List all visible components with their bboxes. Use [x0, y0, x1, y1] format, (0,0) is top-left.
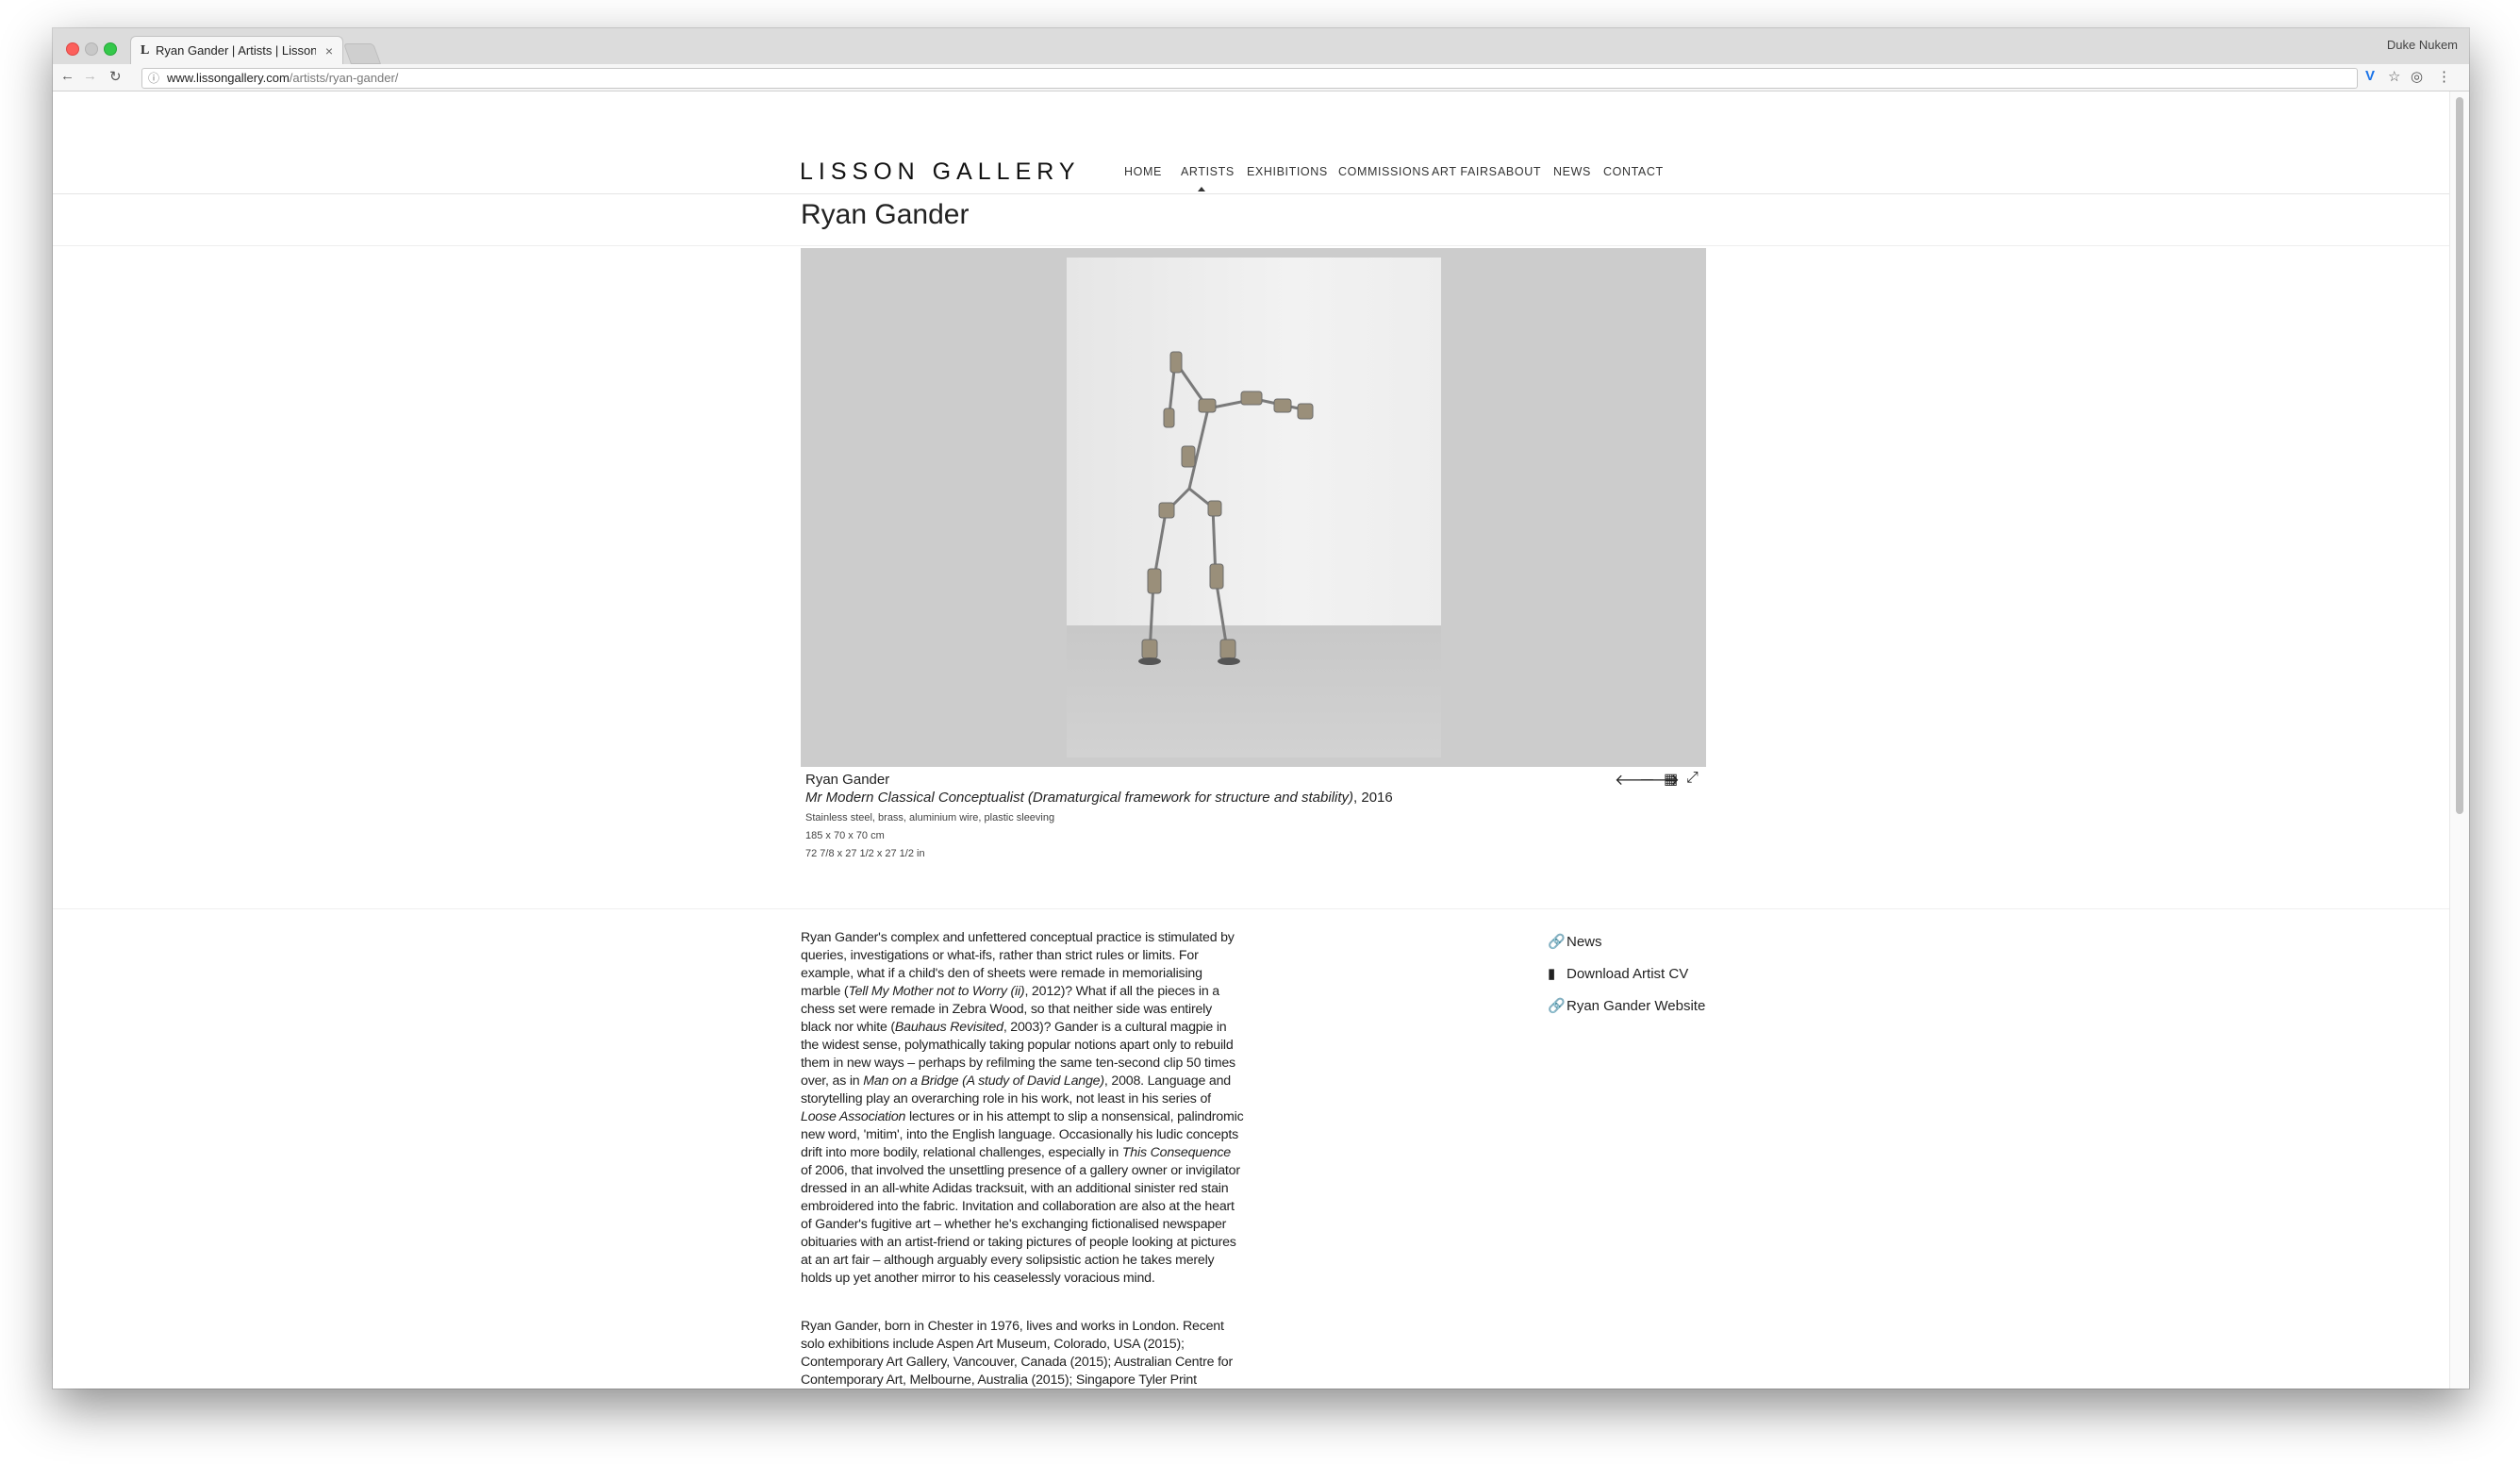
header-divider: [53, 193, 2450, 194]
title-divider: [53, 245, 2450, 246]
forward-icon[interactable]: →: [83, 68, 97, 84]
back-icon[interactable]: ←: [60, 68, 75, 84]
artwork-slideshow[interactable]: [801, 248, 1706, 767]
artwork-image[interactable]: [1067, 258, 1441, 757]
new-tab-button[interactable]: [342, 43, 382, 64]
address-bar[interactable]: ⓘ www.lissongallery.com/artists/ryan-gan…: [141, 68, 2358, 89]
artwork-title: Bauhaus Revisited: [894, 1020, 1003, 1035]
bio-text-run: of 2006, that involved the unsettling pr…: [801, 1163, 1240, 1286]
link-icon: 🔗: [1548, 934, 1566, 950]
minimize-window-button[interactable]: [85, 42, 98, 56]
info-icon[interactable]: ⓘ: [148, 69, 159, 88]
profile-name[interactable]: Duke Nukem: [2387, 38, 2458, 52]
caption-year: , 2016: [1353, 790, 1393, 806]
news-link-label: News: [1567, 934, 1602, 950]
caption-title: Mr Modern Classical Conceptualist (Drama…: [805, 790, 1354, 806]
caption-artist: Ryan Gander: [805, 772, 890, 788]
sculpture-figure: [1138, 351, 1314, 665]
artist-website-link[interactable]: 🔗Ryan Gander Website: [1548, 997, 1705, 1014]
bookmark-star-icon[interactable]: ☆: [2388, 68, 2400, 85]
url-domain: www.lissongallery.com: [167, 71, 290, 85]
extension-icon[interactable]: V: [2365, 68, 2375, 84]
news-link[interactable]: 🔗News: [1548, 933, 1602, 950]
browser-tab[interactable]: L Ryan Gander | Artists | Lisson ×: [130, 36, 343, 65]
download-cv-link[interactable]: ▮ Download Artist CV: [1548, 965, 1688, 982]
title-bar: L Ryan Gander | Artists | Lisson × Duke …: [53, 28, 2469, 65]
favicon-icon: L: [141, 43, 150, 58]
page-viewport: LISSON GALLERY HOME ARTISTS EXHIBITIONS …: [53, 92, 2450, 1389]
nav-about[interactable]: ABOUT: [1498, 165, 1541, 178]
browser-toolbar: ← → ↻ ⓘ www.lissongallery.com/artists/ry…: [53, 64, 2469, 92]
tab-title: Ryan Gander | Artists | Lisson: [156, 43, 316, 58]
vertical-scrollbar[interactable]: [2449, 92, 2469, 1389]
download-cv-label: Download Artist CV: [1567, 966, 1689, 982]
nav-exhibitions[interactable]: EXHIBITIONS: [1247, 165, 1328, 178]
grid-view-icon[interactable]: ▦: [1664, 770, 1678, 789]
nav-artists[interactable]: ARTISTS: [1181, 165, 1235, 178]
url-path: /artists/ryan-gander/: [289, 71, 399, 85]
caption-dimensions-cm: 185 x 70 x 70 cm: [805, 830, 885, 841]
caption-title-line: Mr Modern Classical Conceptualist (Drama…: [805, 790, 1393, 806]
nav-contact[interactable]: CONTACT: [1603, 165, 1664, 178]
menu-icon[interactable]: ⋮: [2437, 68, 2451, 85]
nav-art-fairs[interactable]: ART FAIRS: [1432, 165, 1498, 178]
reload-icon[interactable]: ↻: [109, 68, 122, 85]
zoom-window-button[interactable]: [104, 42, 117, 56]
caption-dimensions-in: 72 7/8 x 27 1/2 x 27 1/2 in: [805, 848, 925, 859]
url-text: www.lissongallery.com/artists/ryan-gande…: [167, 69, 398, 88]
artwork-title: Man on a Bridge (A study of David Lange): [863, 1073, 1104, 1089]
link-icon: 🔗: [1548, 998, 1566, 1014]
shield-icon[interactable]: ◎: [2411, 68, 2423, 85]
nav-commissions[interactable]: COMMISSIONS: [1338, 165, 1430, 178]
content-divider: [53, 908, 2450, 909]
active-nav-indicator: [1198, 187, 1205, 191]
site-logo[interactable]: LISSON GALLERY: [800, 158, 1081, 186]
close-window-button[interactable]: [66, 42, 79, 56]
scrollbar-thumb[interactable]: [2456, 97, 2463, 814]
fullscreen-icon[interactable]: ⤢: [1686, 770, 1699, 787]
tab-close-icon[interactable]: ×: [325, 37, 333, 65]
artwork-title: Loose Association: [801, 1109, 906, 1124]
artist-biography: Ryan Gander's complex and unfettered con…: [801, 929, 1244, 1389]
caption-materials: Stainless steel, brass, aluminium wire, …: [805, 812, 1055, 824]
browser-window: L Ryan Gander | Artists | Lisson × Duke …: [53, 28, 2469, 1389]
artist-website-label: Ryan Gander Website: [1567, 998, 1706, 1014]
nav-news[interactable]: NEWS: [1553, 165, 1591, 178]
page-title: Ryan Gander: [801, 199, 970, 230]
document-icon: ▮: [1548, 966, 1556, 982]
nav-home[interactable]: HOME: [1124, 165, 1162, 178]
bio-paragraph-1: Ryan Gander's complex and unfettered con…: [801, 929, 1244, 1288]
artwork-title: Tell My Mother not to Worry (ii): [848, 984, 1025, 999]
artwork-title: This Consequence: [1121, 1145, 1231, 1160]
bio-paragraph-2: Ryan Gander, born in Chester in 1976, li…: [801, 1319, 1234, 1388]
